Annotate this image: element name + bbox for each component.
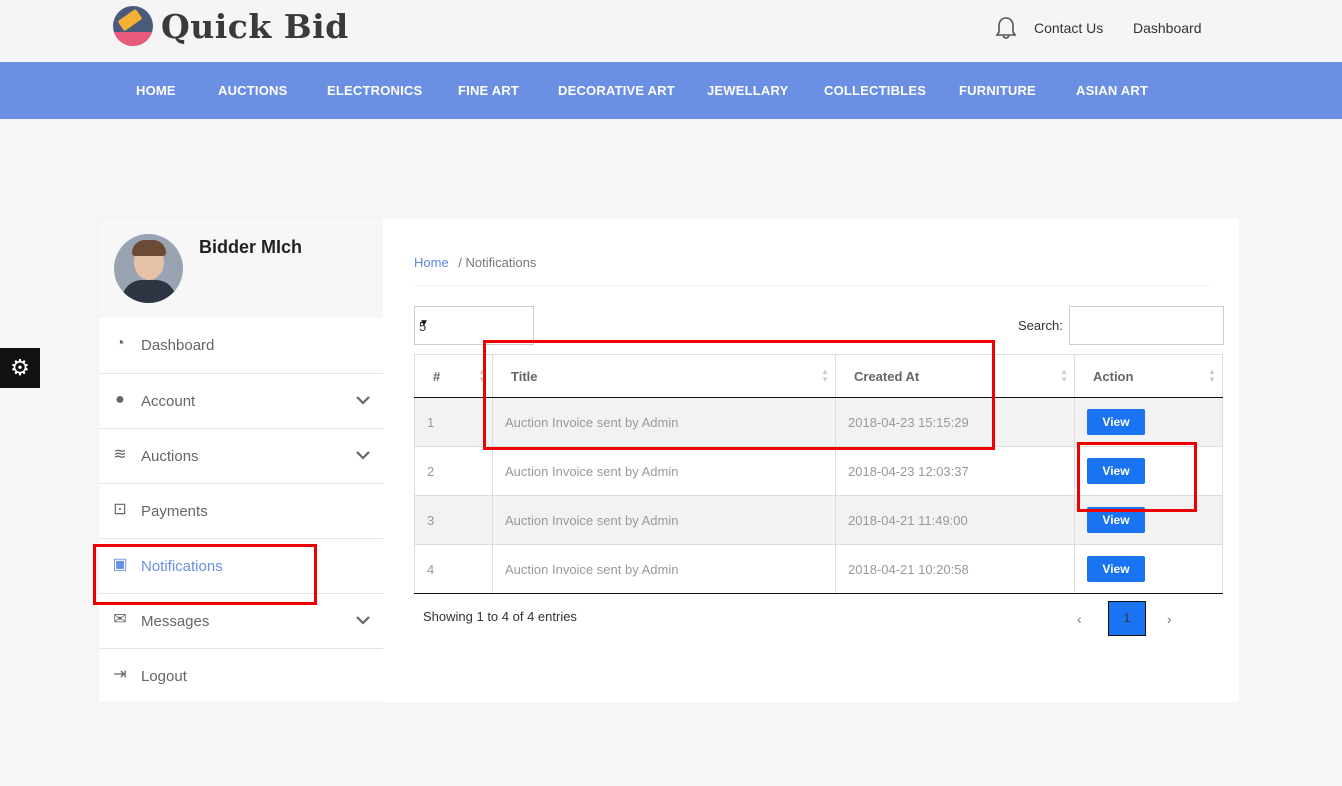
nav-collectibles[interactable]: COLLECTIBLES bbox=[824, 83, 926, 98]
profile-card: Bidder MIch bbox=[99, 219, 383, 318]
globe-icon: ● bbox=[115, 391, 125, 408]
dashboard-icon: ◔ bbox=[115, 335, 125, 352]
row-number: 3 bbox=[414, 495, 493, 545]
pagination-next[interactable]: › bbox=[1167, 611, 1172, 627]
nav-jewellary[interactable]: JEWELLARY bbox=[707, 83, 789, 98]
row-action: View bbox=[1074, 544, 1223, 594]
sort-icon: ▲ ▼ bbox=[1060, 367, 1068, 384]
table-row: 1 Auction Invoice sent by Admin 2018-04-… bbox=[414, 397, 1223, 447]
breadcrumb: Home / Notifications bbox=[414, 255, 536, 270]
nav-decorative-art[interactable]: DECORATIVE ART bbox=[558, 83, 675, 98]
sidebar-item-auctions[interactable]: ≋ Auctions bbox=[99, 428, 383, 483]
column-header-action[interactable]: Action ▲ ▼ bbox=[1074, 354, 1223, 398]
table-row: 3 Auction Invoice sent by Admin 2018-04-… bbox=[414, 495, 1223, 545]
notifications-table: # ▲ ▼ Title ▲ ▼ Created At ▲ ▼ Action ▲ ▼ bbox=[414, 354, 1223, 594]
main-nav: HOME AUCTIONS ELECTRONICS FINE ART DECOR… bbox=[0, 62, 1342, 119]
sidebar-item-label: Payments bbox=[141, 503, 208, 520]
row-created-at: 2018-04-21 11:49:00 bbox=[835, 495, 1075, 545]
sort-icon: ▲ ▼ bbox=[478, 367, 486, 384]
logo-text: Quick Bid bbox=[161, 6, 349, 46]
column-header-number[interactable]: # ▲ ▼ bbox=[414, 354, 493, 398]
search-input[interactable] bbox=[1069, 306, 1224, 345]
breadcrumb-home-link[interactable]: Home bbox=[414, 255, 449, 270]
view-button[interactable]: View bbox=[1087, 458, 1145, 484]
row-action: View bbox=[1074, 397, 1223, 447]
sign-out-icon: ⇥ bbox=[113, 666, 127, 683]
row-action: View bbox=[1074, 495, 1223, 545]
row-action: View bbox=[1074, 446, 1223, 496]
divider bbox=[414, 285, 1209, 286]
row-number: 1 bbox=[414, 397, 493, 447]
breadcrumb-current: / Notifications bbox=[458, 255, 537, 270]
view-button[interactable]: View bbox=[1087, 507, 1145, 533]
sidebar-item-notifications[interactable]: ▣ Notifications bbox=[99, 538, 383, 593]
sidebar-item-label: Notifications bbox=[141, 558, 223, 575]
account-sidebar: Bidder MIch ◔ Dashboard ● Account ≋ Auct… bbox=[99, 219, 383, 702]
sidebar-item-label: Auctions bbox=[141, 448, 199, 465]
money-icon: ⊡ bbox=[113, 501, 127, 518]
sidebar-item-account[interactable]: ● Account bbox=[99, 373, 383, 428]
avatar bbox=[114, 234, 183, 303]
briefcase-icon: ▣ bbox=[112, 556, 128, 573]
page-size-select[interactable]: 5 ▼ bbox=[414, 306, 534, 345]
username: Bidder MIch bbox=[199, 237, 303, 257]
sidebar-item-payments[interactable]: ⊡ Payments bbox=[99, 483, 383, 538]
row-title: Auction Invoice sent by Admin bbox=[492, 544, 836, 594]
bell-icon[interactable] bbox=[995, 16, 1017, 40]
sidebar-item-label: Dashboard bbox=[141, 337, 215, 354]
contact-us-link[interactable]: Contact Us bbox=[1034, 20, 1103, 36]
sidebar-item-label: Account bbox=[141, 393, 196, 410]
entries-info: Showing 1 to 4 of 4 entries bbox=[423, 609, 577, 624]
chevron-down-icon bbox=[356, 396, 370, 405]
logo[interactable]: Quick Bid bbox=[113, 6, 349, 46]
search-label: Search: bbox=[1018, 318, 1063, 333]
row-title: Auction Invoice sent by Admin bbox=[492, 446, 836, 496]
top-header: Quick Bid Contact Us Dashboard bbox=[0, 0, 1342, 62]
view-button[interactable]: View bbox=[1087, 556, 1145, 582]
envelope-icon: ✉ bbox=[113, 611, 127, 628]
sidebar-item-label: Logout bbox=[141, 668, 187, 685]
row-title: Auction Invoice sent by Admin bbox=[492, 397, 836, 447]
column-header-created-at[interactable]: Created At ▲ ▼ bbox=[835, 354, 1075, 398]
nav-electronics[interactable]: ELECTRONICS bbox=[327, 83, 422, 98]
nav-auctions[interactable]: AUCTIONS bbox=[218, 83, 288, 98]
row-number: 4 bbox=[414, 544, 493, 594]
gavel-logo-icon bbox=[113, 6, 153, 46]
chevron-down-icon bbox=[356, 451, 370, 460]
notifications-panel: Home / Notifications 5 ▼ Search: # ▲ ▼ Ti… bbox=[383, 219, 1239, 702]
row-title: Auction Invoice sent by Admin bbox=[492, 495, 836, 545]
gear-icon: ⚙ bbox=[10, 355, 30, 380]
row-created-at: 2018-04-21 10:20:58 bbox=[835, 544, 1075, 594]
pagination-page-1[interactable]: 1 bbox=[1108, 601, 1146, 636]
nav-home[interactable]: HOME bbox=[136, 83, 176, 98]
sidebar-item-dashboard[interactable]: ◔ Dashboard bbox=[99, 318, 383, 373]
sidebar-item-logout[interactable]: ⇥ Logout bbox=[99, 648, 383, 703]
sidebar-item-messages[interactable]: ✉ Messages bbox=[99, 593, 383, 648]
row-number: 2 bbox=[414, 446, 493, 496]
caret-down-icon: ▼ bbox=[419, 318, 429, 329]
sort-icon: ▲ ▼ bbox=[1208, 367, 1216, 384]
database-icon: ≋ bbox=[113, 446, 127, 463]
pagination-previous[interactable]: ‹ bbox=[1077, 611, 1082, 627]
sort-icon: ▲ ▼ bbox=[821, 367, 829, 384]
sidebar-item-label: Messages bbox=[141, 613, 210, 630]
nav-fine-art[interactable]: FINE ART bbox=[458, 83, 519, 98]
nav-asian-art[interactable]: ASIAN ART bbox=[1076, 83, 1148, 98]
settings-gear-button[interactable]: ⚙ bbox=[0, 348, 40, 388]
dashboard-link[interactable]: Dashboard bbox=[1133, 20, 1202, 36]
table-row: 4 Auction Invoice sent by Admin 2018-04-… bbox=[414, 544, 1223, 594]
column-header-title[interactable]: Title ▲ ▼ bbox=[492, 354, 836, 398]
nav-furniture[interactable]: FURNITURE bbox=[959, 83, 1036, 98]
chevron-down-icon bbox=[356, 616, 370, 625]
view-button[interactable]: View bbox=[1087, 409, 1145, 435]
row-created-at: 2018-04-23 15:15:29 bbox=[835, 397, 1075, 447]
table-row: 2 Auction Invoice sent by Admin 2018-04-… bbox=[414, 446, 1223, 496]
row-created-at: 2018-04-23 12:03:37 bbox=[835, 446, 1075, 496]
